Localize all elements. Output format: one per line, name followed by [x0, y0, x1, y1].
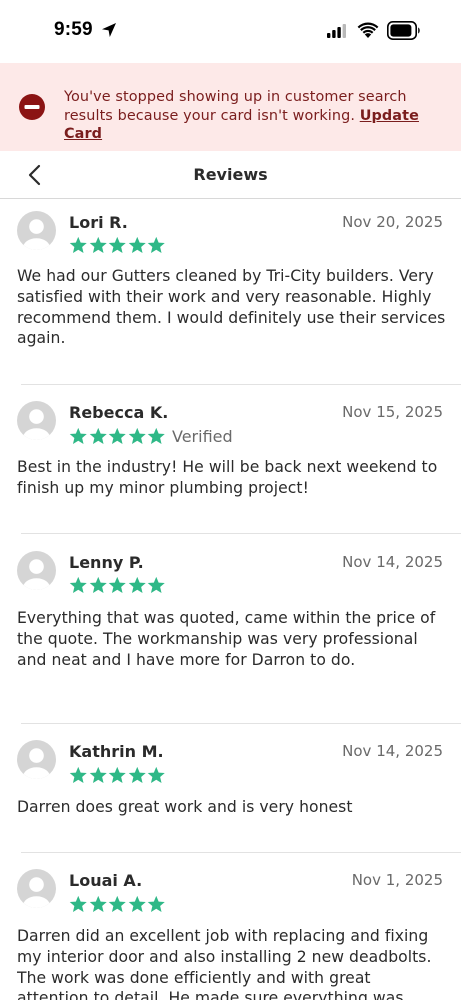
cellular-signal-icon	[327, 24, 346, 38]
battery-icon	[387, 21, 420, 40]
alert-message: You've stopped showing up in customer se…	[64, 88, 454, 144]
review-text: Darren did an excellent job with replaci…	[17, 927, 432, 1000]
divider	[21, 384, 461, 385]
avatar-placeholder-icon	[17, 551, 56, 590]
verified-badge: Verified	[172, 427, 233, 446]
review-text: Everything that was quoted, came within …	[17, 609, 436, 669]
reviewer-name: Kathrin M.	[69, 742, 164, 761]
star-icon	[69, 427, 87, 445]
star-icon	[128, 236, 146, 254]
star-icon	[147, 895, 165, 913]
reviewer-name: Lori R.	[69, 213, 128, 232]
star-icon	[69, 236, 87, 254]
avatar-placeholder-icon	[17, 869, 56, 908]
star-icon	[89, 766, 107, 784]
avatar-placeholder-icon	[17, 740, 56, 779]
star-icon	[108, 427, 126, 445]
star-icon	[128, 766, 146, 784]
avatar-placeholder-icon	[17, 401, 56, 440]
divider	[21, 852, 461, 853]
star-icon	[89, 427, 107, 445]
star-icon	[147, 427, 165, 445]
divider	[21, 533, 461, 534]
card-alert-banner: You've stopped showing up in customer se…	[0, 63, 461, 151]
review-text: Best in the industry! He will be back ne…	[17, 458, 438, 497]
star-icon	[108, 576, 126, 594]
review-text: Darren does great work and is very hones…	[17, 798, 353, 816]
star-rating	[69, 576, 166, 596]
star-rating	[69, 427, 166, 447]
star-icon	[147, 236, 165, 254]
star-icon	[108, 236, 126, 254]
review-date: Nov 14, 2025	[342, 742, 443, 760]
star-icon	[89, 576, 107, 594]
avatar-placeholder-icon	[17, 211, 56, 250]
review-date: Nov 20, 2025	[342, 213, 443, 231]
page-title: Reviews	[193, 165, 268, 184]
divider	[21, 723, 461, 724]
star-icon	[128, 895, 146, 913]
star-icon	[69, 895, 87, 913]
star-rating	[69, 895, 166, 915]
review-date: Nov 14, 2025	[342, 553, 443, 571]
star-icon	[108, 895, 126, 913]
star-icon	[128, 427, 146, 445]
star-icon	[69, 576, 87, 594]
star-icon	[128, 576, 146, 594]
star-rating	[69, 766, 166, 786]
star-icon	[108, 766, 126, 784]
reviewer-name: Lenny P.	[69, 553, 144, 572]
reviewer-name: Louai A.	[69, 871, 143, 890]
star-icon	[89, 895, 107, 913]
status-time: 9:59	[54, 19, 93, 40]
star-icon	[69, 766, 87, 784]
location-arrow-icon	[102, 23, 116, 37]
review-date: Nov 1, 2025	[351, 871, 443, 889]
star-icon	[147, 766, 165, 784]
status-bar: 9:59	[0, 0, 461, 62]
wifi-icon	[357, 22, 379, 38]
star-icon	[147, 576, 165, 594]
minus-circle-icon	[19, 94, 45, 120]
reviews-header: Reviews	[0, 151, 461, 199]
alert-message-text: You've stopped showing up in customer se…	[64, 89, 407, 124]
star-icon	[89, 236, 107, 254]
review-text: We had our Gutters cleaned by Tri-City b…	[17, 267, 446, 348]
review-date: Nov 15, 2025	[342, 403, 443, 421]
reviewer-name: Rebecca K.	[69, 403, 169, 422]
star-rating	[69, 236, 166, 256]
